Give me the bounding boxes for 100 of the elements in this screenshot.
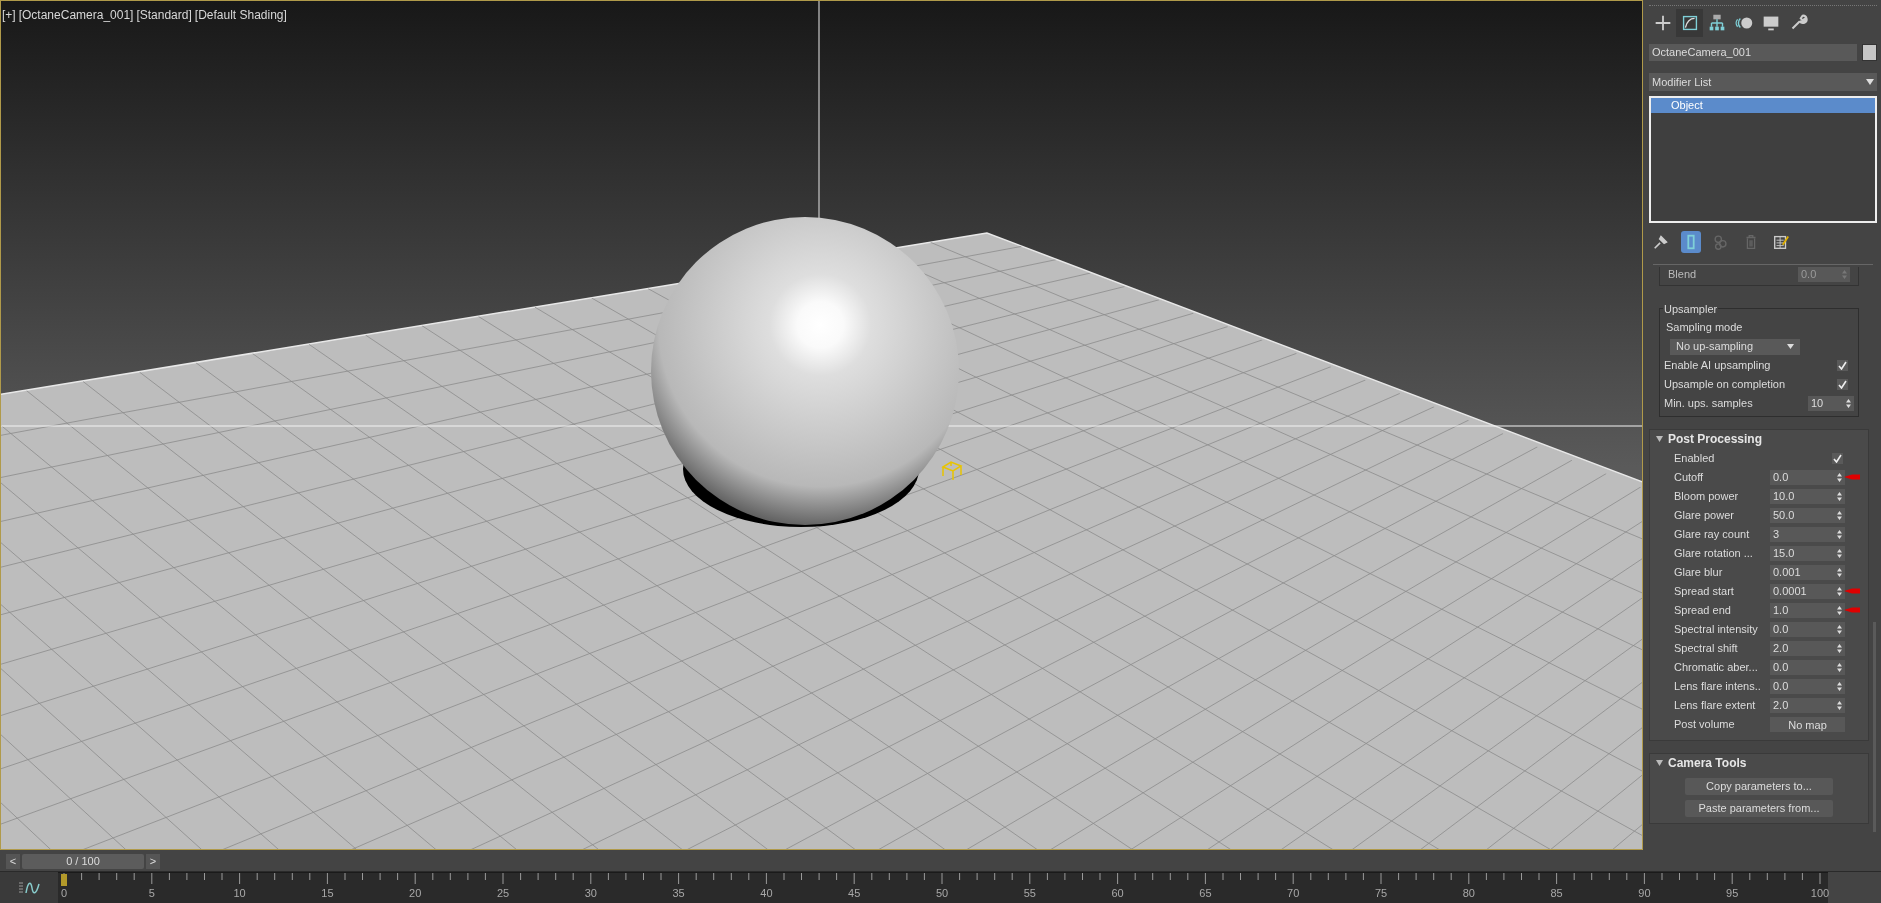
frame-number: 15 xyxy=(321,887,334,900)
rollout-title[interactable]: Camera Tools xyxy=(1668,754,1747,772)
frame-number: 10 xyxy=(233,887,246,900)
panel-button[interactable]: Copy parameters to... xyxy=(1685,777,1833,795)
spinner-arrows-icon xyxy=(1837,567,1842,577)
spinner-field[interactable]: 10.0 xyxy=(1770,488,1845,504)
frame-number: 65 xyxy=(1199,887,1212,900)
frame-number: 100 xyxy=(1810,887,1830,900)
spinner-field[interactable]: 2.0 xyxy=(1770,697,1845,713)
field-label: Cutoff xyxy=(1674,469,1705,485)
spinner-field[interactable]: 0.0 xyxy=(1770,621,1845,637)
spinner-field[interactable]: 10 xyxy=(1808,396,1854,411)
spinner-arrows-icon xyxy=(1837,472,1842,482)
spinner-field[interactable]: 3 xyxy=(1770,526,1845,542)
frame-number: 25 xyxy=(496,887,510,900)
spinner-arrows-icon xyxy=(1837,605,1842,615)
field-label: Glare ray count xyxy=(1674,526,1751,542)
field-label: Min. ups. samples xyxy=(1664,396,1753,412)
field-label: Post volume xyxy=(1674,716,1736,732)
frame-number: 90 xyxy=(1638,887,1651,900)
field-label: Enable AI upsampling xyxy=(1664,358,1771,374)
checkbox[interactable] xyxy=(1836,360,1848,371)
field-label: Bloom power xyxy=(1674,488,1740,504)
spinner-arrows-icon xyxy=(1837,662,1842,672)
frame-number: 95 xyxy=(1726,887,1739,900)
show-end-result-button[interactable] xyxy=(1681,231,1701,253)
frame-number: 20 xyxy=(409,887,422,900)
dropdown-arrow-icon xyxy=(1866,79,1874,85)
collapse-triangle-icon[interactable] xyxy=(1656,436,1663,442)
stack-item[interactable]: Object xyxy=(1651,98,1875,113)
spinner-field[interactable]: 0.001 xyxy=(1770,564,1845,580)
frame-counter: 0 / 100 xyxy=(22,854,144,869)
timeline-ruler[interactable]: 0 5 10 15 20 25 30 35 40 45 50 55 60 65 70 75 80 85 90 95 100 xyxy=(58,872,1828,903)
curve-editor-icon[interactable] xyxy=(18,880,40,895)
frame-number: 50 xyxy=(935,887,949,900)
frame-number: 5 xyxy=(148,887,155,900)
spinner-arrows-icon xyxy=(1837,586,1842,596)
spinner-arrows-icon xyxy=(1837,624,1842,634)
spinner-field: 0.0 xyxy=(1798,267,1850,282)
field-label: Chromatic aber... xyxy=(1674,659,1759,675)
spinner-arrows-icon xyxy=(1837,700,1842,710)
no-map-button[interactable]: No map xyxy=(1770,716,1845,732)
frame-number: 55 xyxy=(1023,887,1036,900)
configure-icon[interactable] xyxy=(1772,233,1790,251)
viewport-menu-label[interactable]: [Default Shading] xyxy=(194,6,287,24)
frame-number: 30 xyxy=(584,887,597,900)
field-label: Sampling mode xyxy=(1665,320,1744,335)
field-label: Glare power xyxy=(1674,507,1735,523)
frame-number: 60 xyxy=(1111,887,1124,900)
field-label: Blend xyxy=(1668,267,1697,282)
pin-icon[interactable] xyxy=(1652,233,1670,251)
spinner-field[interactable]: 0.0 xyxy=(1770,659,1845,675)
frame-number: 35 xyxy=(672,887,685,900)
frame-number: 0 xyxy=(60,887,68,900)
spinner-arrows-icon xyxy=(1846,399,1851,408)
object-name-field[interactable]: OctaneCamera_001 xyxy=(1649,44,1857,61)
frame-number: 45 xyxy=(848,887,861,900)
spinner-field[interactable]: 1.0 xyxy=(1770,602,1845,618)
modifier-list-dropdown[interactable]: Modifier List xyxy=(1649,73,1877,91)
frame-number: 40 xyxy=(760,887,773,900)
field-label: Spectral shift xyxy=(1674,640,1739,656)
spinner-arrows-icon xyxy=(1837,510,1842,520)
frame-number: 80 xyxy=(1462,887,1475,900)
next-frame-button[interactable]: > xyxy=(146,854,160,869)
field-label: Lens flare intens.. xyxy=(1674,678,1762,694)
sampling-mode-dropdown[interactable]: No up-sampling xyxy=(1670,338,1800,355)
field-label: Spectral intensity xyxy=(1674,621,1759,637)
panel-button[interactable]: Paste parameters from... xyxy=(1685,799,1833,817)
spinner-arrows-icon xyxy=(1837,491,1842,501)
current-frame-marker[interactable] xyxy=(61,874,67,886)
viewport-menu-label[interactable]: [Standard] xyxy=(136,6,192,24)
spinner-arrows-icon xyxy=(1837,548,1842,558)
collapse-triangle-icon[interactable] xyxy=(1656,760,1663,766)
field-label: Spread end xyxy=(1674,602,1732,618)
field-label: Upsample on completion xyxy=(1664,377,1786,393)
checkbox[interactable] xyxy=(1836,379,1848,390)
viewport-menu-label[interactable]: [OctaneCamera_001] xyxy=(18,6,134,24)
viewport[interactable]: [+] [OctaneCamera_001] [Standard] [Default Shading] xyxy=(0,0,1643,850)
spinner-field[interactable]: 2.0 xyxy=(1770,640,1845,656)
spinner-field[interactable]: 0.0 xyxy=(1770,678,1845,694)
field-label: Glare rotation ... xyxy=(1674,545,1754,561)
modifier-stack-list[interactable]: Object xyxy=(1649,96,1877,223)
frame-number: 85 xyxy=(1550,887,1563,900)
spinner-field[interactable]: 50.0 xyxy=(1770,507,1845,523)
field-label: Glare blur xyxy=(1674,564,1724,580)
previous-frame-button[interactable]: < xyxy=(6,854,20,869)
spinner-arrows-icon xyxy=(1837,643,1842,653)
spinner-field[interactable]: 0.0001 xyxy=(1770,583,1845,599)
spinner-field[interactable]: 0.0 xyxy=(1770,469,1845,485)
spinner-arrows-icon xyxy=(1837,681,1842,691)
frame-number: 75 xyxy=(1374,887,1388,900)
checkmark-icon xyxy=(1833,453,1842,463)
dropdown-arrow-icon xyxy=(1787,344,1794,349)
checkbox[interactable] xyxy=(1832,452,1843,464)
viewport-menu-label[interactable]: [+] xyxy=(2,6,16,24)
object-color-swatch[interactable] xyxy=(1862,44,1877,61)
frame-number: 70 xyxy=(1287,887,1300,900)
rollout-title[interactable]: Post Processing xyxy=(1668,430,1763,448)
modify-tab[interactable] xyxy=(1676,9,1703,37)
spinner-field[interactable]: 15.0 xyxy=(1770,545,1845,561)
